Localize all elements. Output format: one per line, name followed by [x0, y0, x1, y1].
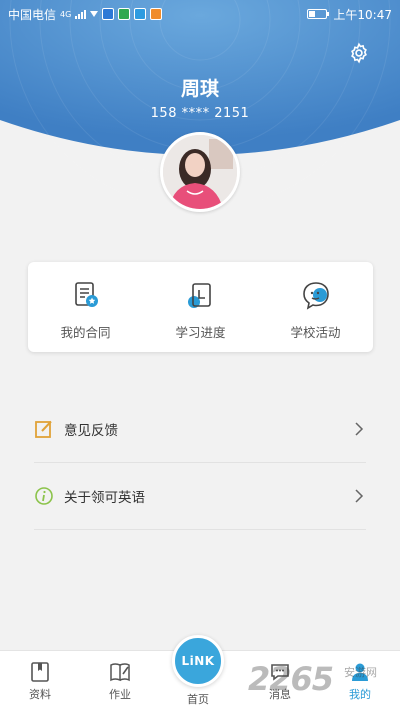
activity-button[interactable]: 学校活动 — [258, 262, 373, 352]
avatar[interactable] — [160, 132, 240, 212]
shield-app-icon — [102, 8, 115, 20]
avatar-photo — [163, 135, 237, 209]
homework-icon — [110, 663, 130, 682]
status-bar: 中国电信 4G 上午10:47 — [0, 0, 400, 28]
contract-button[interactable]: 我的合同 — [28, 262, 143, 352]
network-label: 4G — [60, 9, 72, 19]
tab-homework[interactable]: 作业 — [80, 651, 160, 711]
contract-icon — [74, 282, 98, 307]
tab-materials[interactable]: 资料 — [0, 651, 80, 711]
progress-button[interactable]: 学习进度 — [143, 262, 258, 352]
link-home-button[interactable]: LiNK — [172, 635, 224, 687]
hourglass-icon — [90, 11, 99, 17]
quick-actions-card: 我的合同 学习进度 学校活动 — [28, 262, 373, 352]
about-label: 关于领可英语 — [64, 490, 145, 506]
clock-label: 上午10:47 — [333, 7, 392, 22]
signal-icon — [75, 9, 87, 19]
feedback-label: 意见反馈 — [64, 423, 118, 439]
tab-homework-label: 作业 — [109, 688, 131, 701]
tab-me-label: 我的 — [349, 688, 371, 701]
user-phone: 158 **** 2151 — [150, 106, 250, 121]
gear-icon[interactable] — [348, 42, 370, 64]
watermark-logo: 2265 — [248, 660, 334, 698]
chat-app-icon — [134, 8, 147, 20]
materials-icon — [31, 662, 49, 682]
settings-list: 意见反馈 关于领可英语 — [0, 396, 400, 530]
activity-label: 学校活动 — [290, 325, 341, 340]
game-app-icon — [150, 8, 163, 20]
activity-icon — [302, 282, 329, 310]
carrier-label: 中国电信 — [8, 7, 57, 22]
user-name: 周琪 — [180, 78, 219, 100]
progress-icon — [187, 283, 211, 308]
tab-materials-label: 资料 — [29, 688, 51, 701]
chevron-right-icon — [355, 422, 364, 436]
list-item-about[interactable]: 关于领可英语 — [34, 463, 366, 530]
progress-label: 学习进度 — [175, 325, 226, 340]
tab-home-label: 首页 — [187, 693, 209, 706]
feedback-icon — [35, 420, 52, 438]
battery-icon — [307, 9, 330, 19]
info-icon — [35, 487, 53, 505]
list-item-feedback[interactable]: 意见反馈 — [34, 396, 366, 463]
watermark-text: 安游网 — [344, 666, 377, 679]
play-app-icon — [118, 8, 131, 20]
contract-label: 我的合同 — [60, 325, 111, 340]
chevron-right-icon — [355, 489, 364, 503]
